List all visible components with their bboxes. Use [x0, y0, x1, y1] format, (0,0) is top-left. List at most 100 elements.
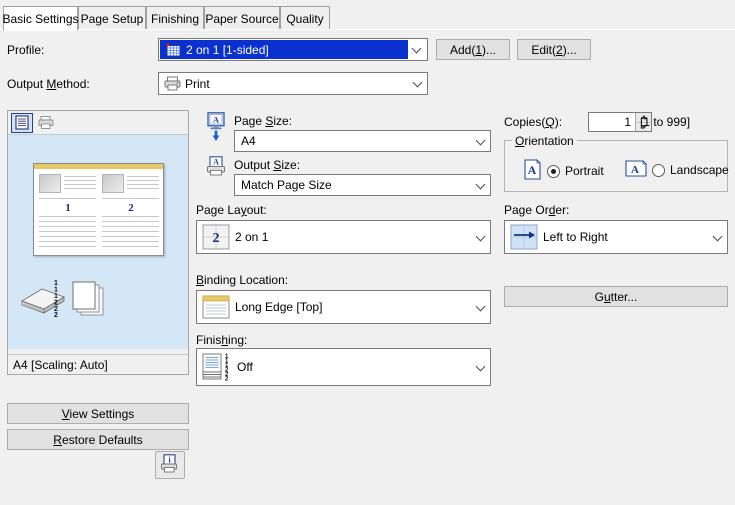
- preview-area[interactable]: 1 2 1 1 1 2 2 2: [8, 135, 188, 349]
- binding-location-combo[interactable]: Long Edge [Top]: [196, 290, 491, 324]
- profile-dropdown-arrow[interactable]: [408, 40, 426, 59]
- binding-location-label: Binding Location:: [196, 273, 289, 287]
- copies-label: Copies(Q):: [504, 115, 563, 129]
- page-layout-label: Page Layout:: [196, 203, 267, 217]
- output-sheets-icon: [70, 281, 110, 322]
- restore-defaults-button[interactable]: Restore Defaults: [7, 429, 189, 450]
- left-to-right-icon: [505, 224, 543, 250]
- tab-label: Finishing: [150, 11, 200, 26]
- tab-page-basic-settings: Profile: 2 on 1 [1-sided] Add(1)... Edit…: [0, 29, 735, 505]
- svg-text:A: A: [528, 163, 537, 177]
- binding-edge-indicator: [34, 164, 163, 169]
- long-edge-top-icon: [197, 295, 235, 319]
- output-method-combo[interactable]: Print: [158, 72, 428, 95]
- finishing-dropdown-arrow[interactable]: [472, 349, 490, 385]
- orientation-group-title: Orientation: [512, 134, 577, 148]
- output-size-label: Output Size:: [234, 158, 301, 172]
- preview-image-box: [39, 174, 61, 193]
- preview-image-box: [102, 174, 124, 193]
- copies-range-text: [1 to 999]: [640, 115, 691, 129]
- tab-basic-settings[interactable]: Basic Settings: [2, 6, 79, 31]
- preview-sheet: 1 2: [33, 163, 164, 256]
- page-layout-value: 2 on 1: [235, 230, 269, 244]
- tab-label: Basic Settings: [2, 11, 79, 26]
- view-settings-label: View Settings: [61, 406, 135, 421]
- edit-profile-button[interactable]: Edit(2)...: [517, 39, 591, 60]
- output-method-value: Print: [185, 76, 210, 91]
- tab-paper-source[interactable]: Paper Source: [204, 6, 280, 30]
- output-stack-icon: 1 1 1 2 2 2: [20, 275, 68, 320]
- tab-strip: Basic Settings Page Setup Finishing Pape…: [0, 6, 735, 31]
- printer-info-icon: i: [160, 454, 180, 476]
- page-layout-dropdown-arrow[interactable]: [472, 221, 490, 253]
- finishing-label: Finishing:: [196, 333, 248, 347]
- profile-combo[interactable]: 2 on 1 [1-sided]: [158, 38, 428, 61]
- edit-profile-label: Edit(2)...: [531, 42, 577, 57]
- page-order-label: Page Order:: [504, 203, 570, 217]
- tab-finishing[interactable]: Finishing: [146, 6, 204, 30]
- add-profile-label: Add(1)...: [449, 42, 497, 57]
- page-order-combo[interactable]: Left to Right: [504, 220, 728, 254]
- tab-label: Paper Source: [205, 11, 279, 26]
- finishing-combo[interactable]: 1 1 1 2 2 2 Off: [196, 348, 491, 386]
- landscape-a-icon: A: [625, 159, 647, 181]
- svg-text:A: A: [213, 157, 219, 166]
- add-profile-button[interactable]: Add(1)...: [436, 39, 510, 60]
- page-size-combo[interactable]: A4: [234, 130, 491, 152]
- preview-status-text: A4 [Scaling: Auto]: [13, 357, 108, 372]
- profile-label: Profile:: [7, 43, 44, 57]
- svg-text:A: A: [213, 115, 220, 125]
- collate-off-icon: 1 1 1 2 2 2: [197, 352, 237, 382]
- orientation-option-landscape[interactable]: A Landscape: [625, 159, 729, 181]
- output-method-dropdown-arrow[interactable]: [409, 73, 427, 94]
- landscape-label: Landscape: [670, 163, 729, 177]
- two-up-icon: 2: [197, 224, 235, 250]
- copies-input[interactable]: 1: [589, 113, 635, 131]
- printer-view-icon[interactable]: [35, 113, 57, 133]
- tab-quality[interactable]: Quality: [280, 6, 330, 30]
- portrait-radio[interactable]: [547, 164, 560, 178]
- preview-toolbar: [8, 111, 188, 135]
- tab-label: Quality: [286, 11, 324, 26]
- output-size-combo[interactable]: Match Page Size: [234, 174, 491, 196]
- output-size-value: Match Page Size: [241, 178, 332, 192]
- output-size-dropdown-arrow[interactable]: [472, 175, 490, 195]
- preview-page-2: 2: [102, 174, 160, 252]
- profile-value: 2 on 1 [1-sided]: [186, 42, 269, 57]
- page-size-label: Page Size:: [234, 114, 293, 128]
- orientation-group: Orientation A Portrait A Landscape: [504, 134, 729, 192]
- page-view-icon[interactable]: [11, 112, 33, 133]
- portrait-label: Portrait: [565, 164, 604, 178]
- finishing-value: Off: [237, 360, 253, 374]
- svg-text:2: 2: [213, 231, 220, 246]
- printer-a-icon: A: [206, 156, 226, 179]
- landscape-radio[interactable]: [652, 163, 665, 177]
- profile-label-text: Profile:: [7, 43, 45, 57]
- portrait-a-icon: A: [523, 159, 542, 183]
- monitor-a-icon: A: [205, 112, 227, 145]
- preview-status-bar: A4 [Scaling: Auto]: [8, 354, 188, 374]
- tab-label: Page Setup: [80, 11, 144, 26]
- svg-text:A: A: [631, 164, 639, 176]
- page-order-dropdown-arrow[interactable]: [709, 221, 727, 253]
- preview-page-1: 1: [39, 174, 97, 252]
- view-settings-button[interactable]: View Settings: [7, 403, 189, 424]
- print-preview-panel: 1 2 1 1 1 2 2 2 A4 [Scaling: Auto]: [7, 110, 189, 375]
- printing-preferences-dialog: Basic Settings Page Setup Finishing Pape…: [0, 0, 735, 505]
- preview-page-number: 2: [128, 202, 134, 214]
- page-layout-combo[interactable]: 2 2 on 1: [196, 220, 491, 254]
- gutter-button[interactable]: Gutter...: [504, 286, 728, 307]
- page-size-dropdown-arrow[interactable]: [472, 131, 490, 151]
- binding-location-dropdown-arrow[interactable]: [472, 291, 490, 323]
- page-size-value: A4: [241, 134, 256, 148]
- printer-info-button[interactable]: i: [155, 451, 185, 479]
- tab-page-setup[interactable]: Page Setup: [78, 6, 146, 30]
- gutter-label: Gutter...: [594, 289, 638, 304]
- grid-profile-icon: [160, 42, 186, 57]
- svg-text:2: 2: [54, 312, 58, 317]
- binding-location-value: Long Edge [Top]: [235, 300, 323, 314]
- page-order-value: Left to Right: [543, 230, 608, 244]
- restore-defaults-label: Restore Defaults: [53, 432, 143, 447]
- orientation-option-portrait[interactable]: A Portrait: [523, 159, 604, 183]
- printer-icon: [159, 76, 185, 91]
